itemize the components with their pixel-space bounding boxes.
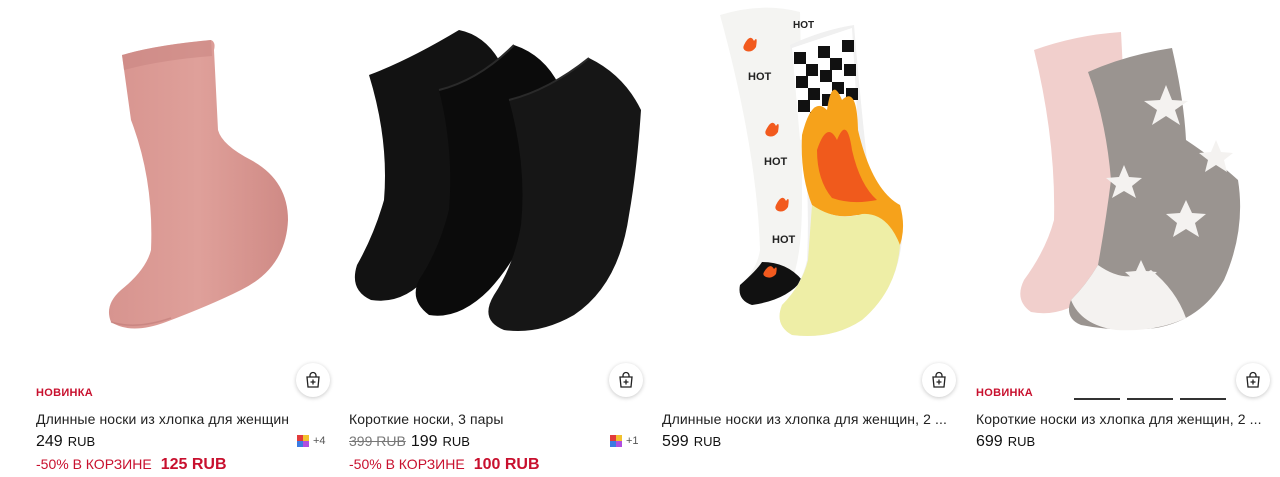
- add-to-cart-button[interactable]: [609, 363, 643, 397]
- add-to-cart-icon: [306, 371, 320, 388]
- price-currency: RUB: [67, 434, 96, 449]
- product-title[interactable]: Длинные носки из хлопка для женщин, 2 ..…: [662, 411, 954, 427]
- add-to-cart-icon: [619, 371, 633, 388]
- colors-more-count: +1: [626, 435, 639, 447]
- promo-price: 100 RUB: [473, 456, 540, 473]
- product-card-2[interactable]: Короткие носки, 3 пары 399 RUB 199 RUB +…: [349, 0, 645, 477]
- product-image-flame-socks[interactable]: HOT HOT HOT HOT: [662, 0, 958, 360]
- add-to-cart-button[interactable]: [296, 363, 330, 397]
- product-price: 599: [662, 433, 689, 450]
- image-slider-indicator[interactable]: [1074, 398, 1226, 400]
- add-to-cart-icon: [932, 371, 946, 388]
- product-card-1[interactable]: НОВИНКА Длинные носки из хлопка для женщ…: [36, 0, 332, 477]
- price-row: 249 RUB: [36, 433, 95, 451]
- hot-label-3: HOT: [772, 234, 796, 246]
- product-price: 699: [976, 433, 1003, 450]
- slider-dash[interactable]: [1180, 398, 1226, 400]
- product-image-black-socks[interactable]: [349, 0, 645, 360]
- promo-row: -50% В КОРЗИНЕ 125 RUB: [36, 456, 227, 474]
- product-image-pink-sock[interactable]: [36, 0, 332, 360]
- product-card-4[interactable]: НОВИНКА Короткие носки из хлопка для жен…: [976, 0, 1272, 477]
- colors-more-count: +4: [313, 435, 326, 447]
- slider-dash[interactable]: [1074, 398, 1120, 400]
- old-price: 399 RUB: [349, 433, 406, 449]
- black-socks-image: [354, 30, 641, 331]
- pink-sock-image: [108, 40, 288, 329]
- price-row: 699 RUB: [976, 433, 1035, 451]
- add-to-cart-button[interactable]: [1236, 363, 1270, 397]
- product-card-3[interactable]: HOT HOT HOT HOT Длинные носки из хлопка …: [662, 0, 958, 477]
- price-row: 599 RUB: [662, 433, 721, 451]
- product-price: 199: [410, 433, 438, 450]
- color-swatch-icon: [297, 435, 309, 447]
- promo-price: 125 RUB: [160, 456, 227, 473]
- product-title[interactable]: Короткие носки из хлопка для женщин, 2 .…: [976, 411, 1268, 427]
- color-options[interactable]: +4: [297, 435, 326, 447]
- add-to-cart-icon: [1246, 371, 1260, 388]
- product-image-star-socks[interactable]: [976, 0, 1272, 360]
- flame-socks-image: HOT HOT HOT HOT: [720, 7, 904, 336]
- price-currency: RUB: [1007, 434, 1036, 449]
- add-to-cart-button[interactable]: [922, 363, 956, 397]
- price-currency: RUB: [693, 434, 722, 449]
- new-badge: НОВИНКА: [976, 387, 1034, 399]
- product-title[interactable]: Короткие носки, 3 пары: [349, 411, 641, 427]
- hot-label-2: HOT: [764, 156, 788, 168]
- price-currency: RUB: [442, 434, 470, 449]
- color-swatch-icon: [610, 435, 622, 447]
- color-options[interactable]: +1: [610, 435, 639, 447]
- promo-text: -50% В КОРЗИНЕ: [349, 456, 465, 472]
- product-price: 249: [36, 433, 63, 450]
- new-badge: НОВИНКА: [36, 387, 94, 399]
- star-fuzzy-socks-image: [1020, 32, 1241, 331]
- promo-text: -50% В КОРЗИНЕ: [36, 456, 152, 472]
- promo-row: -50% В КОРЗИНЕ 100 RUB: [349, 456, 540, 474]
- hot-label-1: HOT: [748, 71, 772, 83]
- hot-label-4: HOT: [793, 20, 814, 31]
- product-title[interactable]: Длинные носки из хлопка для женщин: [36, 411, 328, 427]
- slider-dash[interactable]: [1127, 398, 1173, 400]
- price-row: 399 RUB 199 RUB: [349, 433, 470, 451]
